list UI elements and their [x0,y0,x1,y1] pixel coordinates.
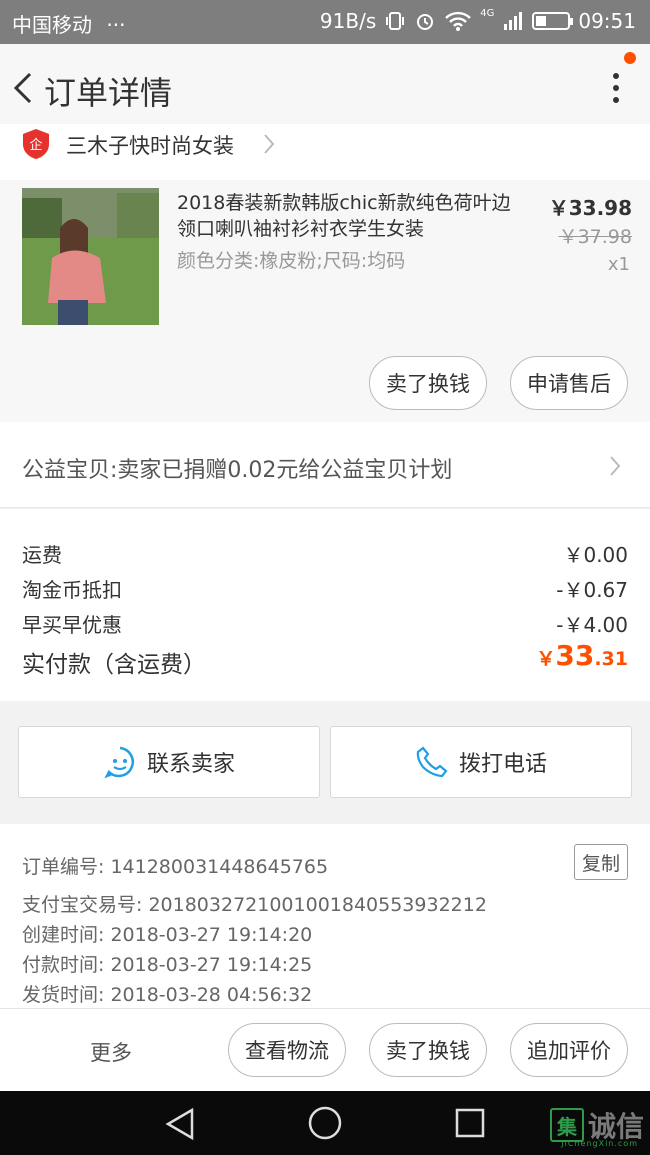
fee-value: -￥4.00 [556,613,628,637]
fee-label: 运费 [22,543,62,567]
product-sku: 颜色分类:橡皮粉;尺码:均码 [177,250,406,272]
shipped-time-row: 发货时间: 2018-03-28 04:56:32 [22,980,312,1007]
chevron-right-icon [610,456,621,476]
shop-name: 三木子快时尚女装 [66,134,234,158]
total-paid: 实付款（含运费） ￥33.31 [22,639,628,679]
shipped-time-label: 发货时间: [22,984,105,1006]
created-time-row: 创建时间: 2018-03-27 19:14:20 [22,920,312,947]
total-label: 实付款（含运费） [22,652,206,678]
call-phone-label: 拨打电话 [458,752,547,777]
more-options-icon[interactable] [608,68,624,108]
product-original-price: ￥37.98 [558,226,632,248]
fee-label: 淘金币抵扣 [22,578,122,602]
alipay-number: 2018032721001001840553932212 [148,894,487,916]
view-logistics-button[interactable]: 查看物流 [228,1023,346,1077]
product-title[interactable]: 2018春装新款韩版chic新款纯色荷叶边领口喇叭袖衬衫衬衣学生女装 [177,190,522,242]
fee-row: 运费 ￥0.00 [22,539,628,568]
resell-button[interactable]: 卖了换钱 [369,1023,487,1077]
contact-seller-label: 联系卖家 [146,752,235,777]
notification-dot [624,52,636,64]
product-quantity: x1 [607,254,630,275]
fee-label: 早买早优惠 [22,613,122,637]
recent-apps-square-icon[interactable] [454,1107,486,1139]
charity-text: 公益宝贝:卖家已捐赠0.02元给公益宝贝计划 [22,458,453,483]
nav-bar: 订单详情 [0,44,650,132]
order-item[interactable]: 2018春装新款韩版chic新款纯色荷叶边领口喇叭袖衬衫衬衣学生女装 颜色分类:… [0,180,650,422]
created-time-label: 创建时间: [22,924,105,946]
paid-time-row: 付款时间: 2018-03-27 19:14:25 [22,950,312,977]
chevron-right-icon [264,134,275,154]
total-amount: ￥33.31 [536,639,628,672]
vibrate-icon [386,12,405,30]
order-number-row: 订单编号: 141280031448645765 [22,852,328,879]
svg-text:企: 企 [29,137,42,153]
chat-bubble-icon [104,746,134,779]
shipped-time: 2018-03-28 04:56:32 [110,984,313,1006]
created-time: 2018-03-27 19:14:20 [110,924,313,946]
status-bar: 中国移动 ··· 91B/s 4G 09:51 [0,0,650,44]
fee-row: 早买早优惠 -￥4.00 [22,609,628,638]
order-number: 141280031448645765 [110,856,329,878]
system-nav-bar: 集 诚信 JiChengXin.com [0,1091,650,1155]
more-button[interactable]: 更多 [90,1037,132,1067]
add-review-button[interactable]: 追加评价 [510,1023,628,1077]
order-number-label: 订单编号: [22,856,105,878]
fee-value: ￥0.00 [563,543,628,567]
network-type: 4G [480,7,495,19]
signal-icon [504,12,523,30]
alipay-number-row: 支付宝交易号: 2018032721001001840553932212 [22,890,487,917]
total-integer: 33 [555,639,595,672]
total-currency: ￥ [536,648,556,670]
product-price: ￥33.98 [548,196,632,220]
home-circle-icon[interactable] [307,1105,343,1141]
fee-value: -￥0.67 [556,578,628,602]
alipay-number-label: 支付宝交易号: [22,894,143,916]
status-right: 91B/s 4G 09:51 [319,7,636,34]
charity-row[interactable]: 公益宝贝:卖家已捐赠0.02元给公益宝贝计划 [0,422,650,508]
apply-after-sale-button[interactable]: 申请售后 [510,356,628,410]
carrier-label: 中国移动 [12,13,92,37]
fee-summary: 运费 ￥0.00 淘金币抵扣 -￥0.67 早买早优惠 -￥4.00 实付款（含… [0,509,650,701]
status-left: 中国移动 ··· [12,9,125,38]
page-title: 订单详情 [44,74,173,112]
total-decimal: .31 [594,648,628,670]
contact-seller-button[interactable]: 联系卖家 [18,726,320,798]
back-arrow-icon[interactable] [6,66,42,110]
alarm-icon [417,14,434,30]
call-phone-button[interactable]: 拨打电话 [330,726,632,798]
fee-row: 淘金币抵扣 -￥0.67 [22,574,628,603]
paid-time: 2018-03-27 19:14:25 [110,954,313,976]
shop-row[interactable]: 企 三木子快时尚女装 [0,124,650,180]
status-dots: ··· [106,13,126,37]
watermark-subtext: JiChengXin.com [561,1139,638,1148]
wifi-icon [445,11,472,31]
contact-actions: 联系卖家 拨打电话 [0,716,650,808]
resell-button[interactable]: 卖了换钱 [369,356,487,410]
back-triangle-icon[interactable] [164,1107,196,1141]
clock: 09:51 [578,9,636,33]
copy-button[interactable]: 复制 [574,844,628,880]
network-speed: 91B/s [319,9,377,33]
order-info: 订单编号: 141280031448645765 复制 支付宝交易号: 2018… [0,824,650,1008]
watermark-glyph: 集 [549,1108,584,1142]
bottom-action-bar: 更多 查看物流 卖了换钱 追加评价 [0,1008,650,1091]
battery-icon [532,12,574,30]
shop-badge-icon: 企 [23,129,49,159]
paid-time-label: 付款时间: [22,954,105,976]
product-thumbnail[interactable] [22,188,159,325]
phone-icon [416,746,448,778]
